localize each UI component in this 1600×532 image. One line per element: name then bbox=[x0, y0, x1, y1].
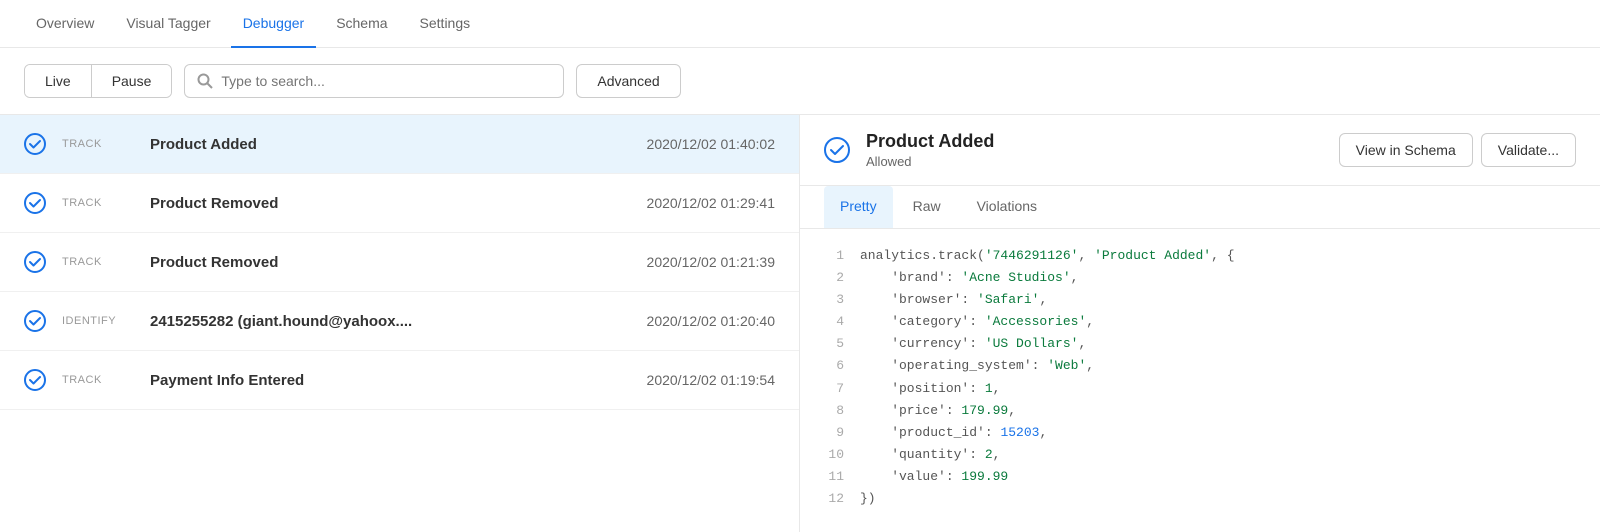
event-row[interactable]: TRACK Product Removed 2020/12/02 01:29:41 bbox=[0, 174, 799, 233]
search-icon bbox=[197, 73, 213, 89]
code-line: 1 analytics.track('7446291126', 'Product … bbox=[824, 245, 1576, 267]
tab-violations[interactable]: Violations bbox=[961, 186, 1053, 228]
event-type: TRACK bbox=[62, 138, 134, 150]
event-type: TRACK bbox=[62, 256, 134, 268]
check-circle-icon bbox=[24, 192, 46, 214]
event-row[interactable]: TRACK Payment Info Entered 2020/12/02 01:1… bbox=[0, 351, 799, 410]
event-type: TRACK bbox=[62, 374, 134, 386]
code-line: 11 'value': 199.99 bbox=[824, 466, 1576, 488]
view-in-schema-button[interactable]: View in Schema bbox=[1339, 133, 1473, 167]
tab-settings[interactable]: Settings bbox=[408, 0, 483, 48]
detail-header: Product Added Allowed View in Schema Val… bbox=[800, 115, 1600, 186]
tab-overview[interactable]: Overview bbox=[24, 0, 106, 48]
event-time: 2020/12/02 01:21:39 bbox=[647, 254, 775, 270]
event-name: Product Removed bbox=[150, 195, 631, 212]
line-content: 'price': 179.99, bbox=[860, 400, 1016, 422]
code-line: 10 'quantity': 2, bbox=[824, 444, 1576, 466]
line-number: 8 bbox=[824, 400, 844, 422]
line-number: 10 bbox=[824, 444, 844, 466]
code-line: 9 'product_id': 15203, bbox=[824, 422, 1576, 444]
detail-title: Product Added bbox=[866, 131, 1323, 152]
pause-button[interactable]: Pause bbox=[92, 65, 172, 97]
line-content: 'currency': 'US Dollars', bbox=[860, 333, 1086, 355]
code-line: 3 'browser': 'Safari', bbox=[824, 289, 1576, 311]
line-content: 'value': 199.99 bbox=[860, 466, 1008, 488]
line-content: 'position': 1, bbox=[860, 378, 1000, 400]
line-number: 2 bbox=[824, 267, 844, 289]
code-line: 2 'brand': 'Acne Studios', bbox=[824, 267, 1576, 289]
search-input[interactable] bbox=[221, 73, 551, 89]
event-name: 2415255282 (giant.hound@yahoox.... bbox=[150, 313, 631, 330]
live-pause-group: Live Pause bbox=[24, 64, 172, 98]
event-row[interactable]: TRACK Product Added 2020/12/02 01:40:02 bbox=[0, 115, 799, 174]
line-content: 'quantity': 2, bbox=[860, 444, 1000, 466]
event-time: 2020/12/02 01:20:40 bbox=[647, 313, 775, 329]
code-block: 1 analytics.track('7446291126', 'Product … bbox=[800, 229, 1600, 532]
tab-pretty[interactable]: Pretty bbox=[824, 186, 893, 228]
detail-status: Allowed bbox=[866, 154, 1323, 169]
event-time: 2020/12/02 01:40:02 bbox=[647, 136, 775, 152]
event-type: TRACK bbox=[62, 197, 134, 209]
validate-button[interactable]: Validate... bbox=[1481, 133, 1576, 167]
line-number: 9 bbox=[824, 422, 844, 444]
code-line: 4 'category': 'Accessories', bbox=[824, 311, 1576, 333]
line-content: analytics.track('7446291126', 'Product A… bbox=[860, 245, 1235, 267]
line-content: 'category': 'Accessories', bbox=[860, 311, 1094, 333]
live-button[interactable]: Live bbox=[25, 65, 92, 97]
check-circle-icon bbox=[24, 310, 46, 332]
line-content: 'browser': 'Safari', bbox=[860, 289, 1047, 311]
line-number: 5 bbox=[824, 333, 844, 355]
line-number: 6 bbox=[824, 355, 844, 377]
check-circle-icon bbox=[824, 137, 850, 163]
detail-actions: View in Schema Validate... bbox=[1339, 133, 1576, 167]
event-name: Product Removed bbox=[150, 254, 631, 271]
check-circle-icon bbox=[24, 369, 46, 391]
check-circle-icon bbox=[24, 251, 46, 273]
top-nav: Overview Visual Tagger Debugger Schema S… bbox=[0, 0, 1600, 48]
line-content: 'operating_system': 'Web', bbox=[860, 355, 1094, 377]
code-line: 7 'position': 1, bbox=[824, 378, 1576, 400]
line-number: 11 bbox=[824, 466, 844, 488]
line-number: 7 bbox=[824, 378, 844, 400]
code-line: 12}) bbox=[824, 488, 1576, 510]
line-number: 4 bbox=[824, 311, 844, 333]
detail-info: Product Added Allowed bbox=[866, 131, 1323, 169]
tab-schema[interactable]: Schema bbox=[324, 0, 399, 48]
check-circle-icon bbox=[24, 133, 46, 155]
event-list: TRACKProduct Added2020/12/02 01:40:02TRA… bbox=[0, 115, 800, 532]
event-row[interactable]: IDENTIFY 2415255282 (giant.hound@yahoox..… bbox=[0, 292, 799, 351]
content-tabs: Pretty Raw Violations bbox=[800, 186, 1600, 229]
main-layout: TRACKProduct Added2020/12/02 01:40:02TRA… bbox=[0, 115, 1600, 532]
tab-visual-tagger[interactable]: Visual Tagger bbox=[114, 0, 222, 48]
event-time: 2020/12/02 01:29:41 bbox=[647, 195, 775, 211]
toolbar: Live Pause Advanced bbox=[0, 48, 1600, 115]
event-row[interactable]: TRACK Product Removed 2020/12/02 01:21:39 bbox=[0, 233, 799, 292]
line-number: 1 bbox=[824, 245, 844, 267]
line-content: 'brand': 'Acne Studios', bbox=[860, 267, 1078, 289]
line-number: 3 bbox=[824, 289, 844, 311]
line-number: 12 bbox=[824, 488, 844, 510]
search-wrapper bbox=[184, 64, 564, 98]
event-time: 2020/12/02 01:19:54 bbox=[647, 372, 775, 388]
code-line: 8 'price': 179.99, bbox=[824, 400, 1576, 422]
event-type: IDENTIFY bbox=[62, 315, 134, 327]
line-content: }) bbox=[860, 488, 876, 510]
advanced-button[interactable]: Advanced bbox=[576, 64, 680, 98]
code-line: 6 'operating_system': 'Web', bbox=[824, 355, 1576, 377]
tab-debugger[interactable]: Debugger bbox=[231, 0, 317, 48]
right-panel: Product Added Allowed View in Schema Val… bbox=[800, 115, 1600, 532]
tab-raw[interactable]: Raw bbox=[897, 186, 957, 228]
event-name: Payment Info Entered bbox=[150, 372, 631, 389]
line-content: 'product_id': 15203, bbox=[860, 422, 1047, 444]
event-name: Product Added bbox=[150, 136, 631, 153]
code-line: 5 'currency': 'US Dollars', bbox=[824, 333, 1576, 355]
